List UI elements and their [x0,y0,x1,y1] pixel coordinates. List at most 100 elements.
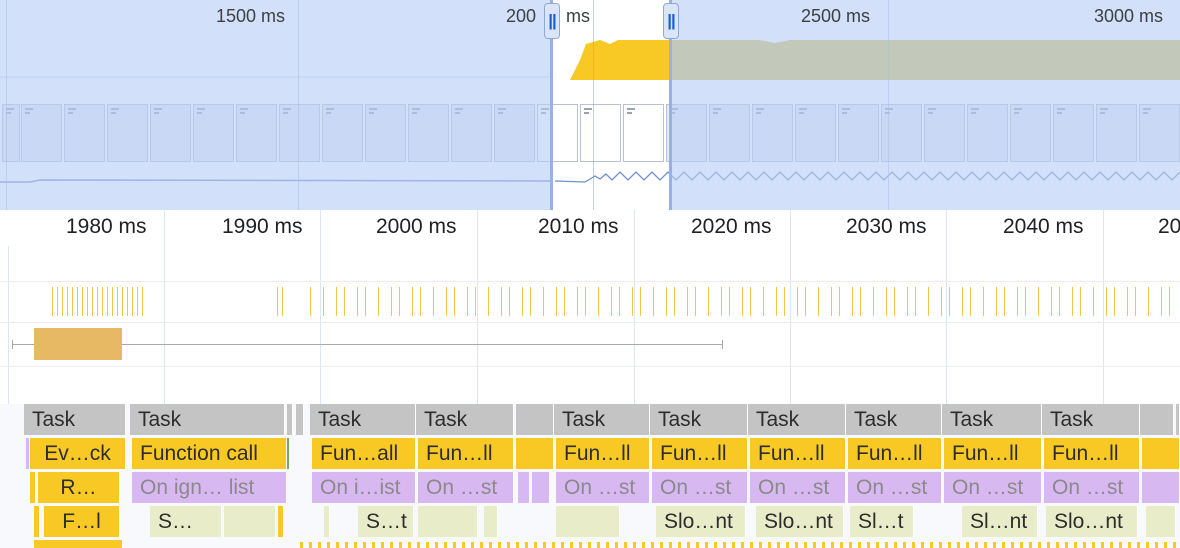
ignore-list-block-small[interactable] [532,472,550,503]
frame-activity-tick [52,287,53,316]
overview-grid-line [593,0,594,210]
overview-unselected-right [671,0,1180,210]
task-block[interactable]: Task [416,404,514,435]
slow-event-block[interactable]: Slo…nt [1046,506,1138,537]
task-block[interactable]: Task [748,404,846,435]
ignore-list-block[interactable]: On …st [944,472,1042,503]
selection-left-handle[interactable]: || [544,3,560,39]
frame-activity-tick [1025,287,1026,316]
frame-activity-tick [763,287,764,316]
task-block[interactable]: Task [24,404,126,435]
task-block-small[interactable] [516,404,554,435]
task-block-small[interactable] [296,404,304,435]
flame-chart[interactable]: Task Task Task Task Task Task Task Task … [0,404,1180,548]
ignore-list-block[interactable]: On …st [556,472,650,503]
frame-activity-tick [1004,287,1005,316]
frame-activity-tick [310,287,311,316]
task-block[interactable]: Task [942,404,1042,435]
task-block[interactable]: Task [650,404,748,435]
function-call-block[interactable]: Fun…ll [418,438,514,469]
slow-event-block-small[interactable] [224,506,276,537]
task-block-small[interactable] [1140,404,1174,435]
slow-event-block[interactable]: Slo…nt [656,506,746,537]
call-block-bottom[interactable] [34,540,122,548]
frame-activity-tick [522,287,523,316]
frame-activity-tick [501,287,502,316]
task-block[interactable]: Task [130,404,285,435]
time-ruler[interactable]: 1980 ms 1990 ms 2000 ms 2010 ms 2020 ms … [0,210,1180,246]
ignore-list-block[interactable]: On ign… list [132,472,287,503]
overview-unselected-left [0,0,552,210]
task-block[interactable]: Task [846,404,942,435]
frame-activity-tick [818,287,819,316]
frame-activity-tick [915,287,916,316]
slow-event-block-small[interactable] [484,506,498,537]
ignore-list-block[interactable]: On …st [652,472,748,503]
frame-activity-tick [860,287,861,316]
selection-right-handle[interactable]: || [663,3,679,39]
frame-activity-tick [97,287,98,316]
function-call-block[interactable]: Ev…ck [30,438,126,469]
function-call-block[interactable]: Fun…all [312,438,416,469]
function-call-block[interactable]: Fun…ll [652,438,748,469]
call-block-small[interactable] [34,506,40,537]
slow-event-block[interactable]: Sl…nt [962,506,1038,537]
call-block[interactable]: F…l [44,506,120,537]
call-block-small[interactable] [278,506,284,537]
frame-activity-tick [708,287,709,316]
frame-activity-tick [564,287,565,316]
frame-activity-tick [949,287,950,316]
function-call-block[interactable]: Fun…ll [556,438,650,469]
task-block[interactable]: Task [1042,404,1140,435]
slow-event-block[interactable]: Slo…nt [756,506,844,537]
function-call-block[interactable]: Function call [132,438,287,469]
frame-activity-tick [577,287,578,316]
task-block-small[interactable] [287,404,293,435]
function-call-block[interactable]: Fun…ll [750,438,846,469]
ignore-list-block[interactable]: On …st [848,472,942,503]
function-call-block-small[interactable] [516,438,554,469]
ruler-tick-label: 2010 ms [538,215,619,238]
ignore-list-block[interactable]: On …st [418,472,514,503]
function-call-block[interactable]: Fun…ll [944,438,1042,469]
task-block[interactable]: Task [310,404,416,435]
function-call-block[interactable]: Fun…ll [848,438,942,469]
function-call-block-small[interactable] [1142,438,1180,469]
call-block[interactable]: R… [38,472,120,503]
overview-tick-label: 3000 ms [1094,6,1164,26]
call-block-small[interactable] [30,472,36,503]
frame-activity-tick [996,287,997,316]
frame-activity-tick [1127,287,1128,316]
frame-activity-tick [107,287,108,316]
function-call-block-small[interactable] [287,438,290,469]
call-blocks-bottom-row[interactable] [300,542,1180,548]
frame-activity-tick [142,287,143,316]
slow-event-block-small[interactable] [556,506,620,537]
ruler-tick-label: 2030 ms [846,215,927,238]
frame-activity-tick [57,287,58,316]
frame-activity-tick [282,287,283,316]
network-request-bar[interactable] [34,328,122,360]
frame-activity-tick [137,287,138,316]
task-block[interactable]: Task [554,404,650,435]
ignore-list-block-small[interactable] [518,472,530,503]
frame-activity-tick [894,287,895,316]
frame-activity-tick [585,287,586,316]
ignore-list-block[interactable]: On i…ist [312,472,416,503]
frame-activity-tick [82,287,83,316]
frame-activity-tick [983,287,984,316]
task-block-small[interactable] [1176,404,1180,435]
slow-event-block-small[interactable] [1146,506,1176,537]
frame-activity-tick [433,287,434,316]
frame-activity-tick [1148,287,1149,316]
slow-event-block[interactable]: Sl…t [850,506,914,537]
ignore-list-block[interactable]: On …st [750,472,846,503]
ignore-list-block[interactable]: On …st [1044,472,1140,503]
function-call-block[interactable]: Fun…ll [1044,438,1140,469]
slow-event-block[interactable]: S… [150,506,222,537]
timeline-overview[interactable]: 1500 ms 200 ms 2500 ms 3000 ms || || [0,0,1180,210]
ignore-list-block-small[interactable] [1142,472,1180,503]
slow-event-block-small[interactable] [324,506,330,537]
slow-event-block[interactable]: S…t [358,506,414,537]
slow-event-block-small[interactable] [418,506,478,537]
